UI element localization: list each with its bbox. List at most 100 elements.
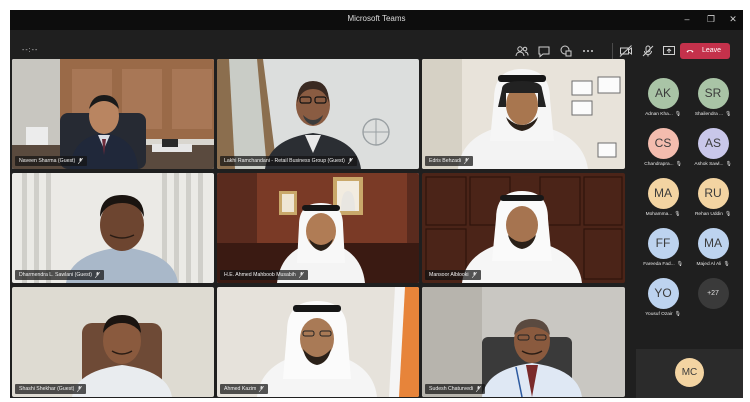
roster-name: Majed Al Ali 🎙 <box>696 262 730 267</box>
avatar: MA <box>647 178 679 209</box>
participant-name-label: Dharmendra L. Sawlani (Guest) <box>15 270 104 280</box>
mic-muted-icon <box>259 386 265 392</box>
video-tile-8[interactable]: Ahmed Kazim <box>217 287 419 397</box>
participant-video <box>422 173 625 283</box>
minimize-icon[interactable]: – <box>680 13 694 26</box>
mic-muted-icon <box>464 158 470 164</box>
mic-muted-icon <box>298 272 304 278</box>
roster-name: Fareeda Fad... 🎙 <box>643 262 683 267</box>
participant-name: Shashi Shekhar (Guest) <box>19 386 75 392</box>
mic-muted-icon: 🎙 <box>725 112 732 117</box>
avatar: FF <box>647 228 679 259</box>
mic-muted-icon <box>347 158 353 164</box>
mic-muted-icon: 🎙 <box>724 212 732 217</box>
mic-muted-icon: 🎙 <box>674 212 681 217</box>
participant-name-label: Ahmed Kazim <box>220 384 269 394</box>
participant-name: Naveen Sharma (Guest) <box>19 158 76 164</box>
participant-name: Sudesh Chaturvedi <box>429 386 474 392</box>
leave-button[interactable]: Leave <box>680 43 730 59</box>
roster-name: Yousuf Ozair 🎙 <box>645 312 681 317</box>
participant-name-label: H.E. Ahmed Mahboob Musabih <box>220 270 308 280</box>
avatar: SR <box>697 78 729 109</box>
mic-muted-icon: 🎙 <box>675 162 682 167</box>
mic-muted-icon[interactable] <box>641 44 655 58</box>
participant-name: Mansoor Alblooki <box>429 272 469 278</box>
participant-name: Ahmed Kazim <box>224 386 257 392</box>
participant-name-label: Mansoor Alblooki <box>425 270 481 280</box>
roster-person[interactable]: SR Shailendra ... 🎙 <box>690 78 736 117</box>
avatar: RU <box>697 178 729 209</box>
maximize-icon[interactable]: ❐ <box>704 13 718 26</box>
avatar: AS <box>697 128 729 159</box>
roster-name: Chandrapra... 🎙 <box>644 162 682 167</box>
participant-video <box>12 287 214 397</box>
roster-name: Shailendra ... 🎙 <box>694 112 732 117</box>
avatar: AK <box>647 78 679 109</box>
mic-muted-icon <box>94 272 100 278</box>
participant-video <box>217 59 419 169</box>
participant-name-label: Lakhi Ramchandani - Retail Business Grou… <box>220 156 357 166</box>
chat-icon[interactable] <box>537 44 551 58</box>
self-view[interactable]: MC <box>636 349 743 398</box>
window-title: Microsoft Teams <box>347 14 406 23</box>
video-tile-9[interactable]: Sudesh Chaturvedi <box>422 287 625 397</box>
roster-name: Ashok Sawl... 🎙 <box>694 162 732 167</box>
roster-name: Adnan Kha... 🎙 <box>645 112 681 117</box>
video-tile-2[interactable]: Lakhi Ramchandani - Retail Business Grou… <box>217 59 419 169</box>
roster-person[interactable]: MA Majed Al Ali 🎙 <box>690 228 736 267</box>
participant-video <box>422 287 625 397</box>
more-participants-button[interactable]: +27 <box>690 278 736 309</box>
participant-video <box>12 59 214 169</box>
participant-name-label: Sudesh Chaturvedi <box>425 384 486 394</box>
avatar: MA <box>697 228 729 259</box>
mic-muted-icon: 🎙 <box>676 262 683 267</box>
video-tile-6[interactable]: Mansoor Alblooki <box>422 173 625 283</box>
title-bar: Microsoft Teams – ❐ ✕ <box>10 10 743 30</box>
avatar: CS <box>647 128 679 159</box>
participant-name: H.E. Ahmed Mahboob Musabih <box>224 272 296 278</box>
roster-name: Rehan Uddin 🎙 <box>694 212 732 217</box>
roster-person[interactable]: CS Chandrapra... 🎙 <box>640 128 686 167</box>
video-tile-4[interactable]: Dharmendra L. Sawlani (Guest) <box>12 173 214 283</box>
mic-muted-icon: 🎙 <box>723 262 730 267</box>
participant-video <box>422 59 625 169</box>
meeting-timer: --:-- <box>22 47 39 54</box>
video-tile-7[interactable]: Shashi Shekhar (Guest) <box>12 287 214 397</box>
participants-icon[interactable] <box>515 44 529 58</box>
breakout-rooms-icon[interactable] <box>559 44 573 58</box>
participant-name-label: Shashi Shekhar (Guest) <box>15 384 87 394</box>
video-tile-5[interactable]: H.E. Ahmed Mahboob Musabih <box>217 173 419 283</box>
close-icon[interactable]: ✕ <box>726 13 740 26</box>
roster-name: Mohamma... 🎙 <box>645 212 681 217</box>
participant-name-label: Naveen Sharma (Guest) <box>15 156 88 166</box>
mic-muted-icon <box>471 272 477 278</box>
avatar: YO <box>647 278 679 309</box>
mic-muted-icon: 🎙 <box>725 162 732 167</box>
teams-window: Microsoft Teams – ❐ ✕ --:-- Leave Naveen… <box>10 10 743 398</box>
roster-person[interactable]: RU Rehan Uddin 🎙 <box>690 178 736 217</box>
roster-person[interactable]: AK Adnan Kha... 🎙 <box>640 78 686 117</box>
leave-label: Leave <box>702 47 722 54</box>
participant-roster: AK Adnan Kha... 🎙 SR Shailendra ... 🎙 CS C… <box>636 72 743 398</box>
mic-muted-icon <box>476 386 482 392</box>
roster-person[interactable]: MA Mohamma... 🎙 <box>640 178 686 217</box>
more-participants-count: +27 <box>697 278 729 309</box>
self-avatar: MC <box>675 358 704 387</box>
participant-name: Edris Behzadi <box>429 158 462 164</box>
toolbar-divider <box>612 43 613 59</box>
participant-name: Dharmendra L. Sawlani (Guest) <box>19 272 92 278</box>
roster-person[interactable]: YO Yousuf Ozair 🎙 <box>640 278 686 317</box>
participant-name-label: Edris Behzadi <box>425 156 474 166</box>
more-actions-icon[interactable] <box>581 44 595 58</box>
camera-off-icon[interactable] <box>619 44 633 58</box>
mic-muted-icon: 🎙 <box>674 112 681 117</box>
video-tile-1[interactable]: Naveen Sharma (Guest) <box>12 59 214 169</box>
roster-person[interactable]: AS Ashok Sawl... 🎙 <box>690 128 736 167</box>
roster-person[interactable]: FF Fareeda Fad... 🎙 <box>640 228 686 267</box>
participant-video <box>217 173 419 283</box>
participant-video <box>217 287 419 397</box>
participant-name: Lakhi Ramchandani - Retail Business Grou… <box>224 158 345 164</box>
share-screen-icon[interactable] <box>662 44 676 58</box>
mic-muted-icon <box>78 158 84 164</box>
video-tile-3[interactable]: Edris Behzadi <box>422 59 625 169</box>
